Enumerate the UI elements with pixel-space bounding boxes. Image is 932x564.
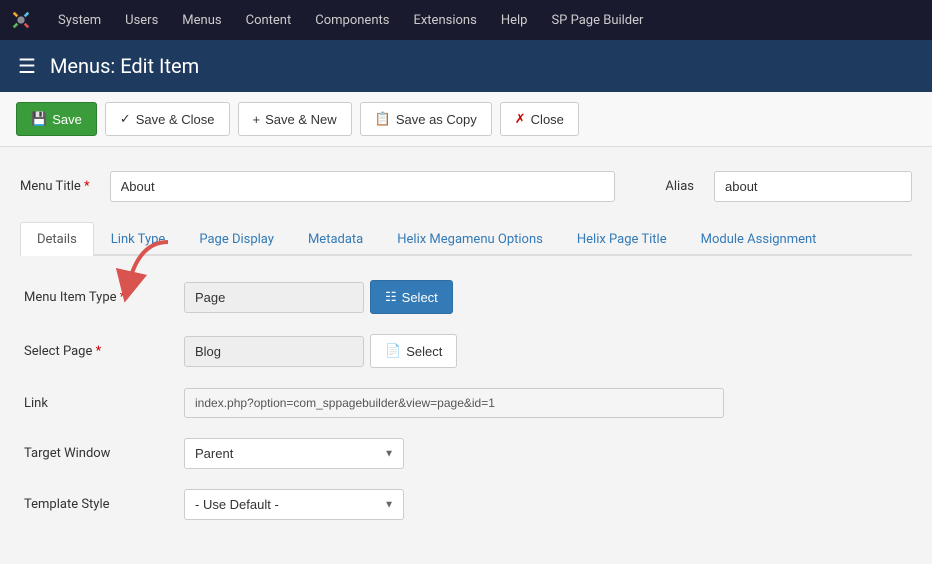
- file-icon: 📄: [385, 343, 401, 359]
- menu-title-row: Menu Title Alias: [20, 171, 912, 202]
- grid-icon: ☷: [385, 289, 397, 305]
- tab-details[interactable]: Details: [20, 222, 94, 256]
- alias-input[interactable]: [714, 171, 912, 202]
- toolbar: 💾 Save ✓ Save & Close + Save & New 📋 Sav…: [0, 92, 932, 147]
- template-style-label: Template Style: [24, 497, 184, 512]
- save-copy-button[interactable]: 📋 Save as Copy: [360, 102, 492, 136]
- link-label: Link: [24, 396, 184, 411]
- menu-item-type-label: Menu Item Type: [24, 290, 184, 305]
- nav-content[interactable]: Content: [234, 0, 304, 40]
- details-panel: Menu Item Type ☷ Select Select Page 📄 Se…: [20, 280, 912, 520]
- target-window-control: Parent New Window Same Window: [184, 438, 404, 469]
- target-window-row: Target Window Parent New Window Same Win…: [24, 438, 908, 469]
- page-title: Menus: Edit Item: [50, 54, 199, 78]
- alias-label: Alias: [665, 179, 694, 194]
- nav-system[interactable]: System: [46, 0, 113, 40]
- nav-sp-page-builder[interactable]: SP Page Builder: [539, 0, 655, 40]
- menu-title-label: Menu Title: [20, 179, 90, 194]
- select-type-label: Select: [402, 290, 438, 305]
- joomla-logo[interactable]: [10, 9, 32, 31]
- save-button[interactable]: 💾 Save: [16, 102, 97, 136]
- nav-extensions[interactable]: Extensions: [401, 0, 488, 40]
- tab-bar: Details Link Type Page Display Metadata …: [20, 222, 912, 256]
- tab-metadata[interactable]: Metadata: [291, 222, 380, 256]
- plus-icon: +: [253, 112, 261, 127]
- menu-item-type-control: ☷ Select: [184, 280, 453, 314]
- close-label: Close: [531, 112, 564, 127]
- select-page-row: Select Page 📄 Select: [24, 334, 908, 368]
- nav-help[interactable]: Help: [489, 0, 540, 40]
- save-icon: 💾: [31, 111, 47, 127]
- save-label: Save: [52, 112, 82, 127]
- select-page-input: [184, 336, 364, 367]
- target-window-select[interactable]: Parent New Window Same Window: [184, 438, 404, 469]
- template-style-wrapper: - Use Default - Helix3 Protostar: [184, 489, 404, 520]
- close-icon: ✗: [515, 111, 526, 127]
- copy-icon: 📋: [375, 111, 391, 127]
- tab-link-type[interactable]: Link Type: [94, 222, 183, 256]
- target-window-label: Target Window: [24, 446, 184, 461]
- top-navigation: System Users Menus Content Components Ex…: [0, 0, 932, 40]
- save-close-label: Save & Close: [136, 112, 215, 127]
- link-input[interactable]: [184, 388, 724, 418]
- select-page-button[interactable]: 📄 Select: [370, 334, 457, 368]
- tab-helix-megamenu[interactable]: Helix Megamenu Options: [380, 222, 560, 256]
- check-icon: ✓: [120, 111, 131, 127]
- save-copy-label: Save as Copy: [396, 112, 477, 127]
- save-close-button[interactable]: ✓ Save & Close: [105, 102, 230, 136]
- select-page-label: Select Page: [24, 344, 184, 359]
- target-window-wrapper: Parent New Window Same Window: [184, 438, 404, 469]
- select-type-button[interactable]: ☷ Select: [370, 280, 453, 314]
- menu-title-input[interactable]: [110, 171, 616, 202]
- template-style-control: - Use Default - Helix3 Protostar: [184, 489, 404, 520]
- save-new-label: Save & New: [265, 112, 337, 127]
- content-area: Menu Title Alias Details Link Type Page …: [0, 147, 932, 564]
- nav-menus[interactable]: Menus: [170, 0, 233, 40]
- tab-helix-page-title[interactable]: Helix Page Title: [560, 222, 684, 256]
- menu-icon: ☰: [18, 54, 36, 78]
- link-row: Link: [24, 388, 908, 418]
- title-bar: ☰ Menus: Edit Item: [0, 40, 932, 92]
- link-control: [184, 388, 724, 418]
- template-style-row: Template Style - Use Default - Helix3 Pr…: [24, 489, 908, 520]
- tab-page-display[interactable]: Page Display: [182, 222, 291, 256]
- menu-item-type-row: Menu Item Type ☷ Select: [24, 280, 908, 314]
- save-new-button[interactable]: + Save & New: [238, 102, 352, 136]
- close-button[interactable]: ✗ Close: [500, 102, 579, 136]
- template-style-select[interactable]: - Use Default - Helix3 Protostar: [184, 489, 404, 520]
- select-page-btn-label: Select: [406, 344, 442, 359]
- nav-users[interactable]: Users: [113, 0, 170, 40]
- menu-item-type-input: [184, 282, 364, 313]
- tab-module-assignment[interactable]: Module Assignment: [684, 222, 834, 256]
- nav-components[interactable]: Components: [303, 0, 401, 40]
- select-page-control: 📄 Select: [184, 334, 457, 368]
